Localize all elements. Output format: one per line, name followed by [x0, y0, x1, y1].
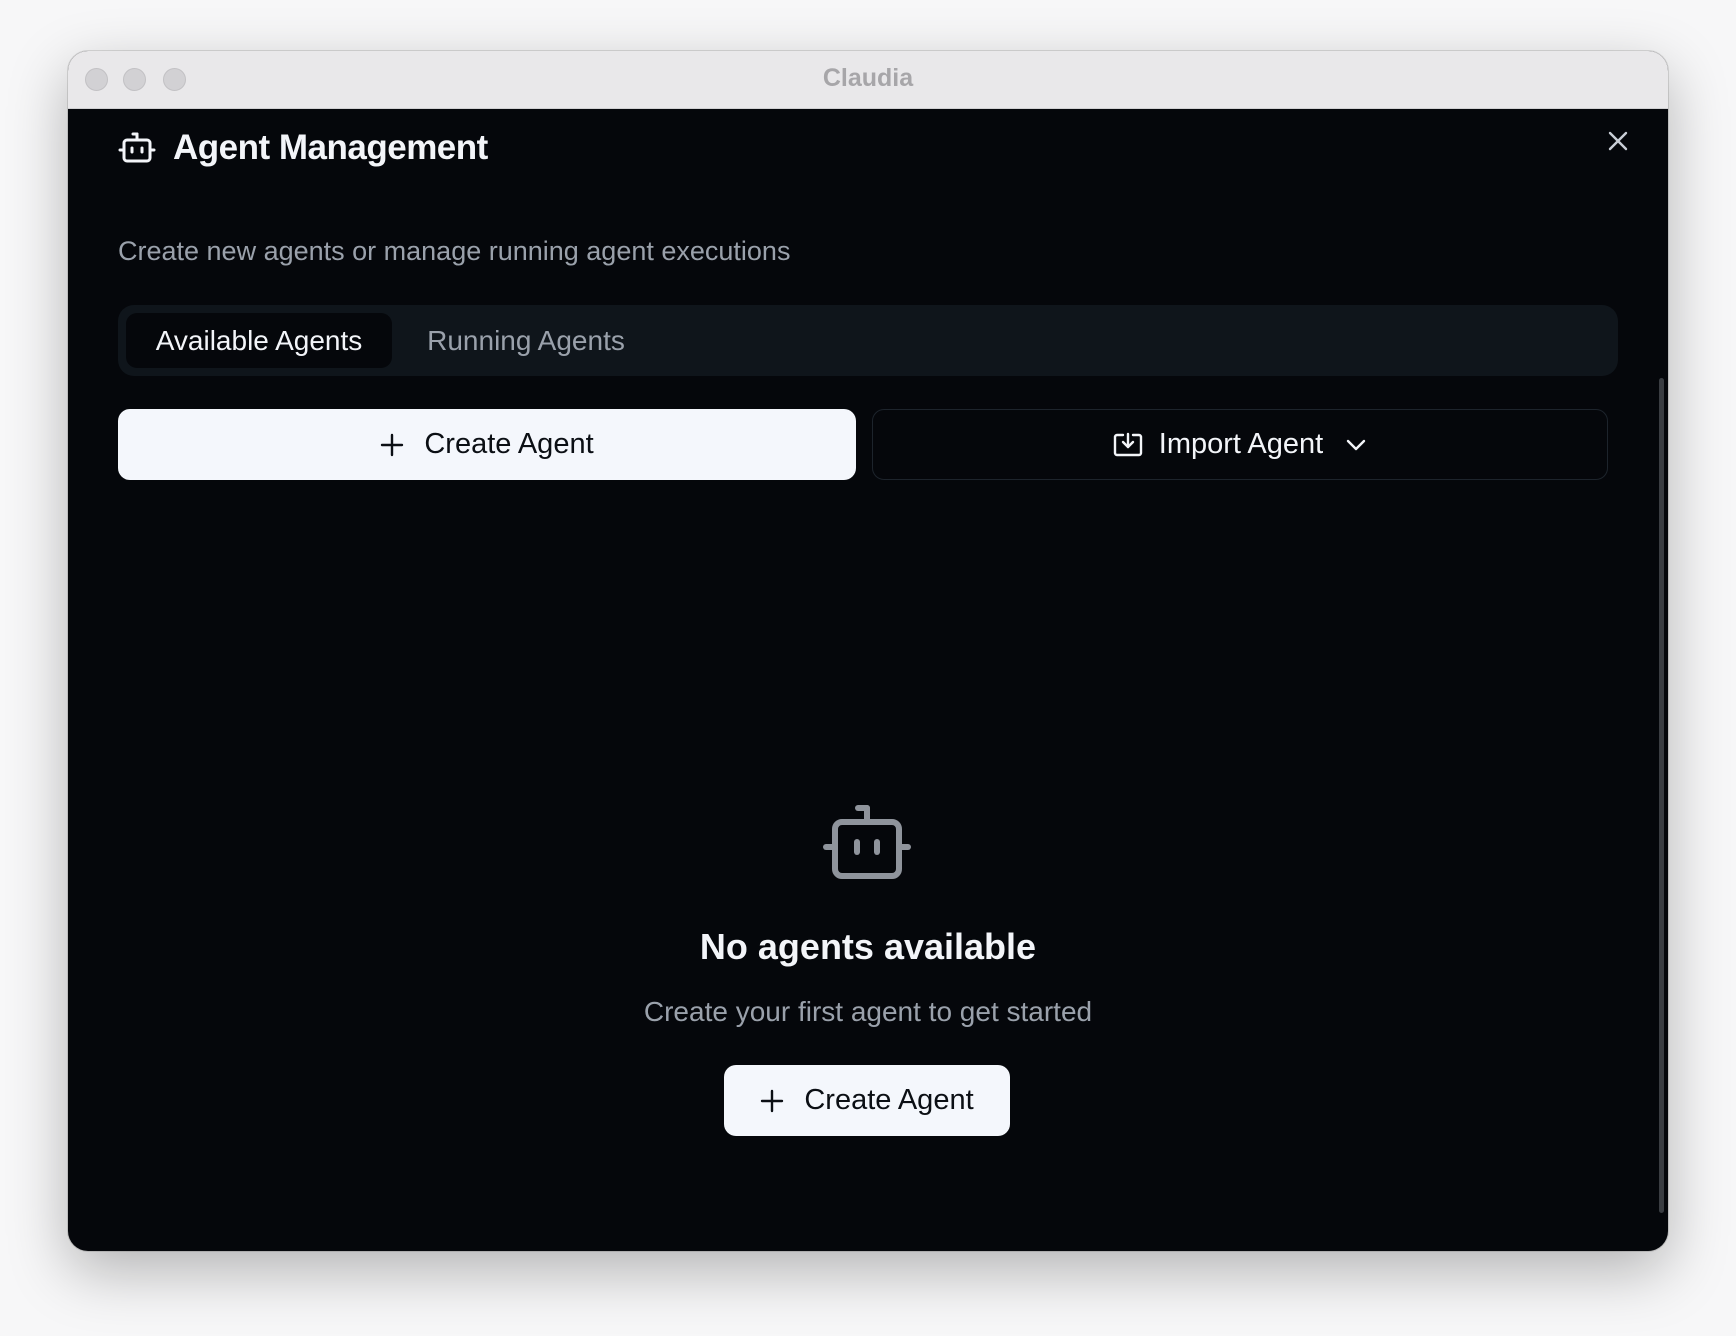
plus-icon [760, 1089, 784, 1113]
empty-state-create-agent-button[interactable]: Create Agent [724, 1065, 1010, 1136]
close-icon [1608, 131, 1628, 151]
bot-icon [823, 805, 911, 879]
chevron-down-icon [1345, 438, 1367, 452]
tab-running-agents[interactable]: Running Agents [392, 313, 660, 368]
import-agent-label: Import Agent [1158, 428, 1324, 460]
empty-state-subtitle: Create your first agent to get started [643, 996, 1093, 1027]
import-agent-dropdown-button[interactable]: Import Agent [872, 409, 1608, 480]
tab-available-agents[interactable]: Available Agents [126, 313, 392, 368]
tab-list: Available Agents Running Agents [118, 305, 1618, 376]
dialog-close-button[interactable] [1603, 126, 1633, 156]
dialog-subtitle: Create new agents or manage running agen… [118, 236, 791, 266]
import-icon [1113, 432, 1143, 458]
agent-management-dialog: Agent Management Create new agents or ma… [68, 108, 1668, 1251]
plus-icon [380, 433, 404, 457]
empty-state-title: No agents available [699, 926, 1037, 967]
empty-state-create-agent-label: Create Agent [804, 1084, 974, 1116]
dialog-title: Agent Management [173, 128, 488, 167]
title-bar: Claudia [68, 51, 1668, 109]
create-agent-label: Create Agent [424, 428, 594, 460]
dialog-header: Agent Management [118, 128, 488, 168]
bot-icon [118, 132, 156, 163]
create-agent-button[interactable]: Create Agent [118, 409, 856, 480]
scrollbar[interactable] [1659, 378, 1664, 1213]
window-title: Claudia [822, 64, 914, 92]
app-window: Claudia Agent Management Create new agen… [68, 51, 1668, 1251]
